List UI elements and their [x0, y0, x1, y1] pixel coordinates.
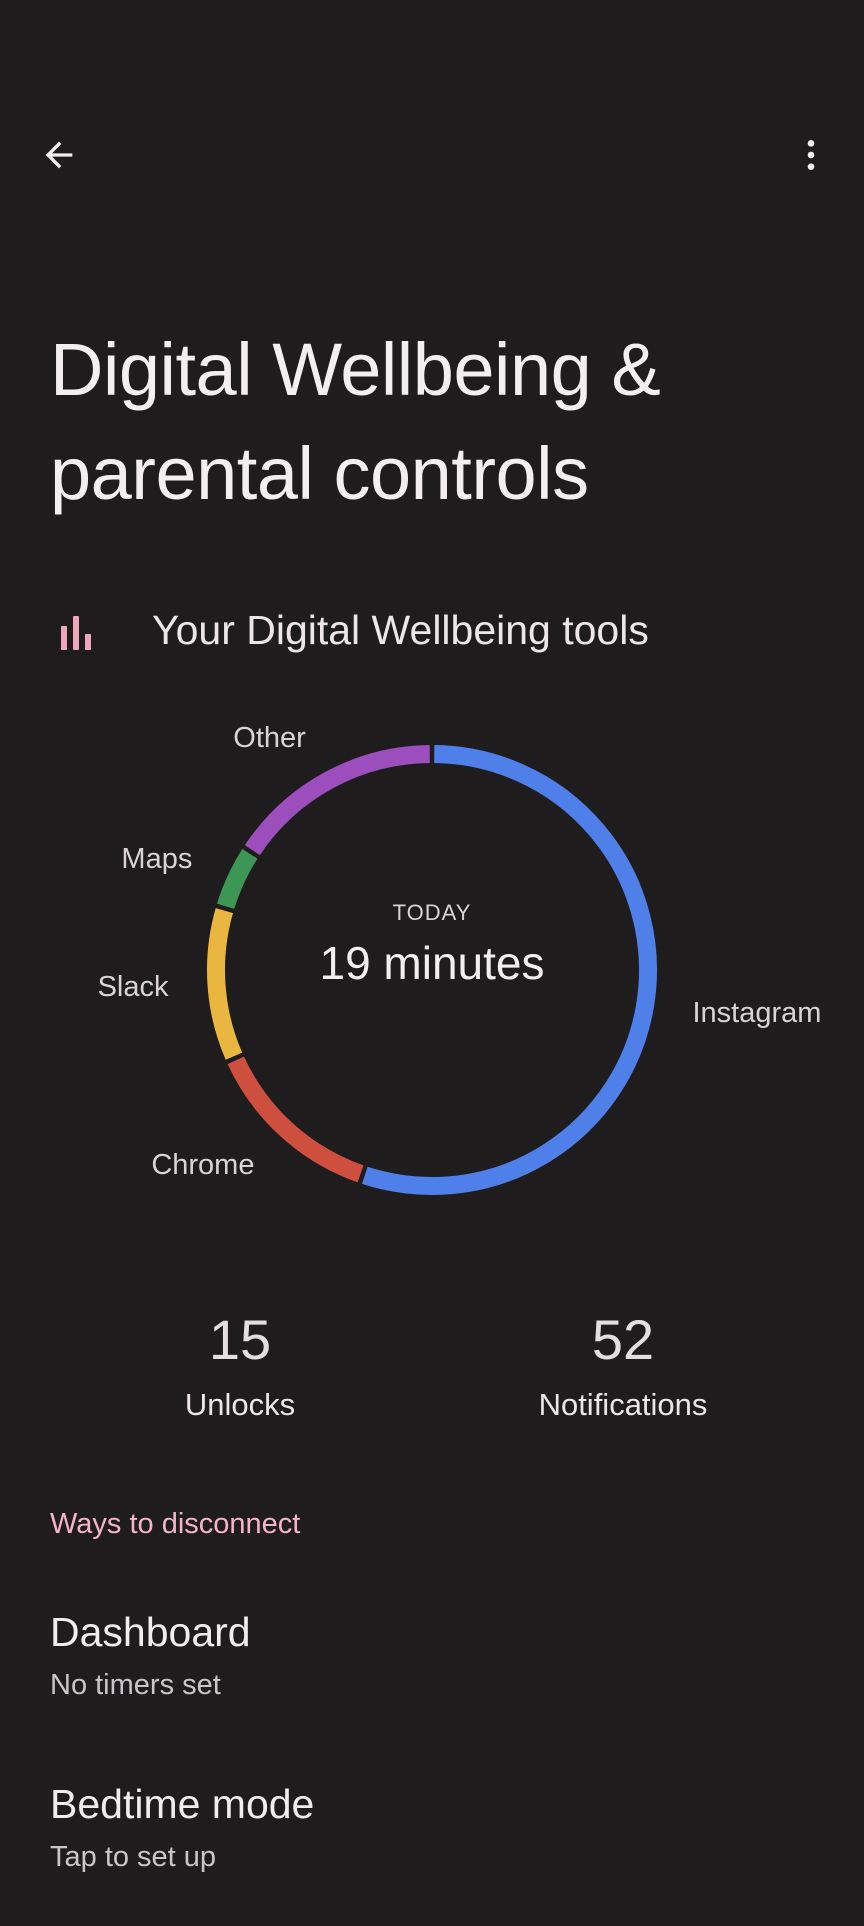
chart-center-caption: TODAY: [392, 900, 472, 925]
notifications-count: 52: [591, 1308, 655, 1371]
usage-donut-chart[interactable]: Instagram Chrome Slack Maps Other TODAY 19 m…: [0, 700, 864, 1260]
bedtime-mode-subtitle: Tap to set up: [50, 1841, 217, 1873]
arrow-back-icon: [45, 141, 73, 169]
unlocks-label: Unlocks: [184, 1387, 296, 1422]
more-options-button[interactable]: [780, 124, 842, 186]
back-button[interactable]: [28, 124, 90, 186]
donut-slice-other: [244, 745, 430, 856]
bedtime-mode-item[interactable]: Bedtime mode Tap to set up: [0, 1776, 864, 1926]
dashboard-item[interactable]: Dashboard No timers set: [0, 1604, 864, 1754]
slice-label-slack: Slack: [97, 971, 169, 1004]
slice-label-maps: Maps: [121, 843, 193, 876]
slice-label-instagram: Instagram: [692, 996, 822, 1029]
section-header: Ways to disconnect: [50, 1508, 301, 1540]
more-vert-icon: [807, 140, 815, 170]
page-title: Digital Wellbeing & parental controls: [50, 328, 661, 515]
top-app-bar: [0, 0, 864, 300]
bedtime-mode-title: Bedtime mode: [50, 1781, 315, 1827]
unlocks-stat[interactable]: 15 Unlocks: [90, 1300, 390, 1426]
dashboard-subtitle: No timers set: [50, 1669, 221, 1701]
donut-slice-chrome: [227, 1056, 364, 1183]
digital-wellbeing-tools-row[interactable]: Your Digital Wellbeing tools: [0, 590, 864, 670]
slice-label-other: Other: [233, 721, 306, 754]
bar-chart-icon: [61, 616, 91, 650]
notifications-label: Notifications: [538, 1387, 708, 1422]
dashboard-title: Dashboard: [50, 1609, 251, 1655]
tools-label: Your Digital Wellbeing tools: [152, 607, 649, 653]
unlocks-count: 15: [208, 1308, 272, 1371]
notifications-stat[interactable]: 52 Notifications: [473, 1300, 773, 1426]
chart-center-value: 19 minutes: [319, 937, 545, 989]
donut-slice-maps: [217, 849, 258, 910]
slice-label-chrome: Chrome: [151, 1149, 255, 1182]
